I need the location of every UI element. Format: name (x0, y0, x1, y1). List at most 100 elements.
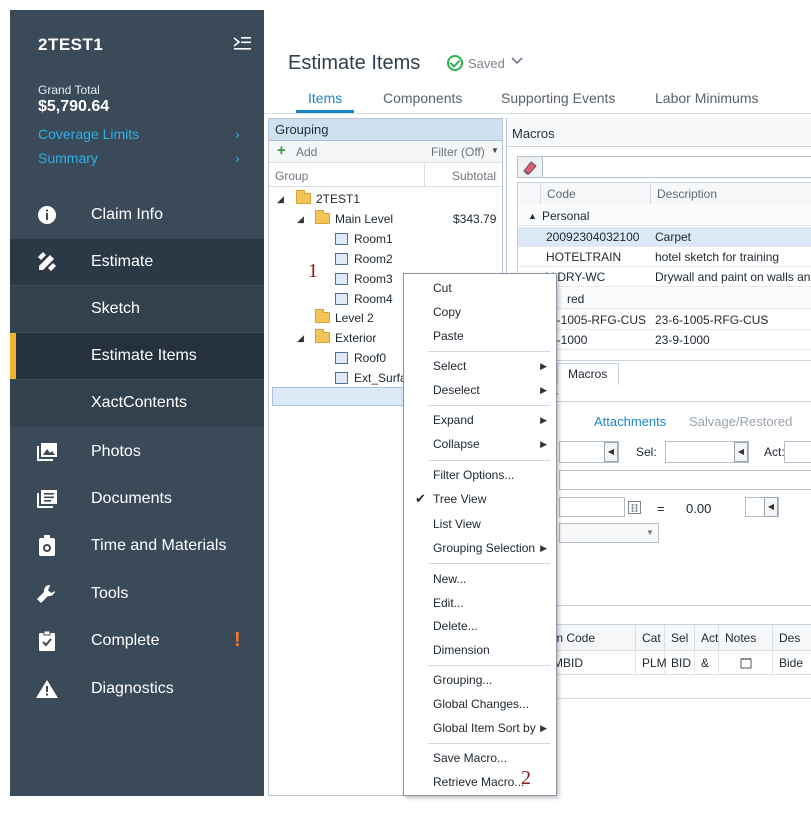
cell-item-code[interactable]: MBID (547, 651, 636, 675)
tree-label: Room1 (354, 232, 393, 246)
caret-left-icon[interactable]: ◀ (734, 442, 748, 462)
menu-edit[interactable]: Edit... (404, 592, 556, 614)
tree-node[interactable]: Level 2 (315, 309, 374, 327)
cell-description[interactable]: Bide (773, 651, 811, 675)
menu-collapse[interactable]: Collapse ▶ (404, 433, 556, 455)
cell-cat[interactable]: PLM (636, 651, 667, 675)
menu-deselect[interactable]: Deselect ▶ (404, 379, 556, 401)
group-row[interactable]: red (518, 289, 811, 309)
chevron-right-icon: › (235, 126, 240, 142)
summary-link[interactable]: Summary (38, 150, 98, 166)
wrench-icon (37, 585, 55, 603)
act-field[interactable] (784, 441, 811, 463)
eraser-icon[interactable] (517, 156, 543, 178)
nav-photos[interactable]: Photos (10, 429, 264, 475)
filter-button[interactable]: Filter (Off) (431, 145, 485, 159)
menu-paste[interactable]: Paste (404, 325, 556, 347)
tab-labor-minimums[interactable]: Labor Minimums (655, 90, 758, 106)
activity-dropdown[interactable]: ▼ (559, 523, 659, 543)
menu-grouping-selection[interactable]: Grouping Selection ▶ (404, 537, 556, 559)
col-item-code[interactable]: m Code (547, 625, 636, 651)
menu-new[interactable]: New... (404, 568, 556, 590)
caret-left-icon[interactable]: ◀ (764, 497, 778, 517)
caret-down-icon: ▼ (491, 146, 499, 155)
expanded-triangle-icon: ◢ (297, 333, 304, 343)
quantity-field[interactable] (559, 497, 625, 517)
menu-copy[interactable]: Copy (404, 301, 556, 323)
app-window: 2TEST1 Grand Total $5,790.64 Coverage Li… (0, 0, 811, 821)
tab-components[interactable]: Components (383, 90, 462, 106)
table-row[interactable]: 20092304032100 Carpet (518, 227, 811, 247)
calculator-icon[interactable] (628, 501, 641, 514)
annotation-2: 2 (521, 767, 531, 789)
tree-node[interactable]: Room4 (335, 290, 393, 308)
tab-supporting-events[interactable]: Supporting Events (501, 90, 615, 106)
menu-dimension[interactable]: Dimension (404, 639, 556, 661)
cell-act[interactable]: & (695, 651, 719, 675)
menu-select[interactable]: Select ▶ (404, 355, 556, 377)
tree-node[interactable]: Room1 (335, 230, 393, 248)
cell-notes[interactable] (719, 651, 773, 675)
menu-tree-view[interactable]: ✔ Tree View (404, 488, 556, 510)
table-row[interactable]: HOTELTRAIN hotel sketch for training (518, 247, 811, 267)
collapse-sidebar-icon[interactable] (232, 34, 252, 54)
nav-claim-info[interactable]: Claim Info (10, 192, 264, 238)
caret-down-icon: ▼ (646, 528, 654, 537)
table-row[interactable]: -9-1000 23-9-1000 (518, 330, 811, 350)
col-description[interactable]: Description (651, 183, 811, 205)
menu-expand[interactable]: Expand ▶ (404, 409, 556, 431)
macro-search-input[interactable] (517, 156, 811, 178)
col-code[interactable]: Code (541, 183, 651, 205)
menu-save-macro[interactable]: Save Macro... (404, 747, 556, 769)
act-label: Act: (764, 445, 785, 459)
annotation-1: 1 (308, 260, 318, 282)
nav-estimate-items[interactable]: Estimate Items (10, 333, 264, 379)
tree-node[interactable]: Roof0 (335, 349, 386, 367)
description-field[interactable] (559, 470, 811, 490)
nav-tools[interactable]: Tools (10, 571, 264, 617)
col-group[interactable]: Group (275, 169, 308, 183)
col-notes[interactable]: Notes (719, 625, 773, 651)
cell-sel[interactable]: BID (665, 651, 695, 675)
table-row[interactable]: V-DRY-WC Drywall and paint on walls an (518, 267, 811, 287)
col-cat[interactable]: Cat (636, 625, 665, 651)
nav-estimate[interactable]: Estimate (10, 239, 264, 285)
tab-macros[interactable]: Macros (557, 363, 619, 385)
col-description[interactable]: Des (773, 625, 811, 651)
menu-list-view[interactable]: List View (404, 513, 556, 535)
menu-filter-options[interactable]: Filter Options... (404, 464, 556, 486)
grouping-columns: Group Subtotal (269, 163, 502, 187)
group-row[interactable]: ▲ Personal (518, 206, 811, 226)
menu-retrieve-macro[interactable]: Retrieve Macro... (404, 771, 556, 793)
col-subtotal[interactable]: Subtotal (452, 169, 496, 183)
tree-node[interactable]: ◢ Main Level $343.79 (297, 210, 497, 228)
nav-label: Estimate (91, 253, 154, 270)
caret-left-icon[interactable]: ◀ (604, 442, 618, 462)
menu-label: Collapse (433, 437, 480, 451)
nav-time-and-materials[interactable]: Time and Materials (10, 523, 264, 569)
tree-node[interactable]: Ext_Surfa (335, 369, 407, 387)
nav-xactcontents[interactable]: XactContents (10, 380, 264, 426)
salvage-restored-link[interactable]: Salvage/Restored (689, 414, 792, 429)
menu-cut[interactable]: Cut (404, 277, 556, 299)
attachments-link[interactable]: Attachments (594, 414, 666, 429)
tree-node[interactable]: Room3 (335, 270, 393, 288)
tab-items[interactable]: Items (308, 90, 342, 106)
col-sel[interactable]: Sel (665, 625, 695, 651)
col-act[interactable]: Act (695, 625, 719, 651)
menu-global-changes[interactable]: Global Changes... (404, 693, 556, 715)
nav-complete[interactable]: Complete ! (10, 618, 264, 664)
menu-delete[interactable]: Delete... (404, 615, 556, 637)
coverage-limits-link[interactable]: Coverage Limits (38, 126, 139, 142)
menu-global-item-sort[interactable]: Global Item Sort by ▶ (404, 717, 556, 739)
tree-label: Exterior (335, 331, 377, 345)
nav-sketch[interactable]: Sketch (10, 286, 264, 332)
tree-node[interactable]: Room2 (335, 250, 393, 268)
add-button[interactable]: Add (296, 145, 317, 159)
table-row[interactable]: -6-1005-RFG-CUS 23-6-1005-RFG-CUS (518, 310, 811, 330)
notes-icon[interactable] (740, 657, 752, 669)
menu-grouping[interactable]: Grouping... (404, 669, 556, 691)
chevron-down-icon[interactable] (510, 54, 524, 68)
nav-documents[interactable]: Documents (10, 476, 264, 522)
nav-diagnostics[interactable]: Diagnostics (10, 666, 264, 712)
